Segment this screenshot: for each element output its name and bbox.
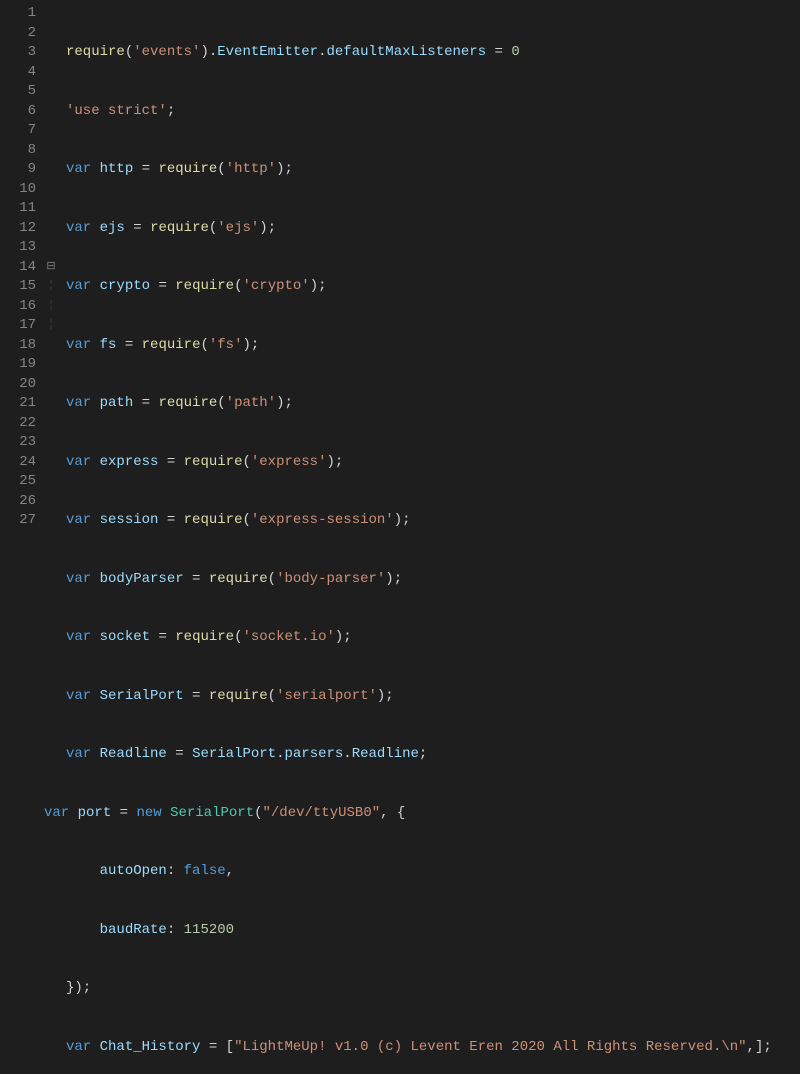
code-area[interactable]: require('events').EventEmitter.defaultMa… xyxy=(58,0,800,537)
line-number: 2 xyxy=(0,24,36,44)
line-number: 11 xyxy=(0,199,36,219)
code-line[interactable]: var express = require('express'); xyxy=(66,453,800,473)
line-number: 14 xyxy=(0,258,36,278)
line-number: 19 xyxy=(0,355,36,375)
code-line[interactable]: }); xyxy=(66,979,800,999)
fold-guide: ¦ xyxy=(44,277,58,297)
line-number: 13 xyxy=(0,238,36,258)
line-number: 6 xyxy=(0,102,36,122)
line-number: 16 xyxy=(0,297,36,317)
line-number: 24 xyxy=(0,453,36,473)
line-number: 26 xyxy=(0,492,36,512)
line-number: 18 xyxy=(0,336,36,356)
line-number: 22 xyxy=(0,414,36,434)
line-number: 27 xyxy=(0,511,36,531)
fold-gutter: ⊟ ¦ ¦ ¦ xyxy=(44,0,58,537)
line-number: 15 xyxy=(0,277,36,297)
fold-guide: ¦ xyxy=(44,297,58,317)
code-line[interactable]: 'use strict'; xyxy=(66,102,800,122)
line-number: 21 xyxy=(0,394,36,414)
code-line[interactable]: require('events').EventEmitter.defaultMa… xyxy=(66,43,800,63)
code-line[interactable]: var session = require('express-session')… xyxy=(66,511,800,531)
line-number: 17 xyxy=(0,316,36,336)
line-number: 3 xyxy=(0,43,36,63)
line-number: 8 xyxy=(0,141,36,161)
line-number-gutter: 1 2 3 4 5 6 7 8 9 10 11 12 13 14 15 16 1… xyxy=(0,0,44,537)
code-line[interactable]: var port = new SerialPort("/dev/ttyUSB0"… xyxy=(44,804,800,824)
code-line[interactable]: var http = require('http'); xyxy=(66,160,800,180)
code-line[interactable]: var crypto = require('crypto'); xyxy=(66,277,800,297)
line-number: 7 xyxy=(0,121,36,141)
code-editor[interactable]: 1 2 3 4 5 6 7 8 9 10 11 12 13 14 15 16 1… xyxy=(0,0,800,537)
code-line[interactable]: var fs = require('fs'); xyxy=(66,336,800,356)
code-line[interactable]: baudRate: 115200 xyxy=(66,921,800,941)
code-line[interactable]: var SerialPort = require('serialport'); xyxy=(66,687,800,707)
code-line[interactable]: var Readline = SerialPort.parsers.Readli… xyxy=(66,745,800,765)
line-number: 4 xyxy=(0,63,36,83)
line-number: 9 xyxy=(0,160,36,180)
fold-guide: ¦ xyxy=(44,316,58,336)
fold-toggle-icon[interactable]: ⊟ xyxy=(44,258,58,278)
line-number: 20 xyxy=(0,375,36,395)
line-number: 25 xyxy=(0,472,36,492)
code-line[interactable]: autoOpen: false, xyxy=(66,862,800,882)
code-line[interactable]: var socket = require('socket.io'); xyxy=(66,628,800,648)
line-number: 5 xyxy=(0,82,36,102)
line-number: 23 xyxy=(0,433,36,453)
line-number: 10 xyxy=(0,180,36,200)
code-line[interactable]: var path = require('path'); xyxy=(66,394,800,414)
code-line[interactable]: var Chat_History = ["LightMeUp! v1.0 (c)… xyxy=(66,1038,800,1058)
line-number: 1 xyxy=(0,4,36,24)
code-line[interactable]: var bodyParser = require('body-parser'); xyxy=(66,570,800,590)
code-line[interactable]: var ejs = require('ejs'); xyxy=(66,219,800,239)
line-number: 12 xyxy=(0,219,36,239)
